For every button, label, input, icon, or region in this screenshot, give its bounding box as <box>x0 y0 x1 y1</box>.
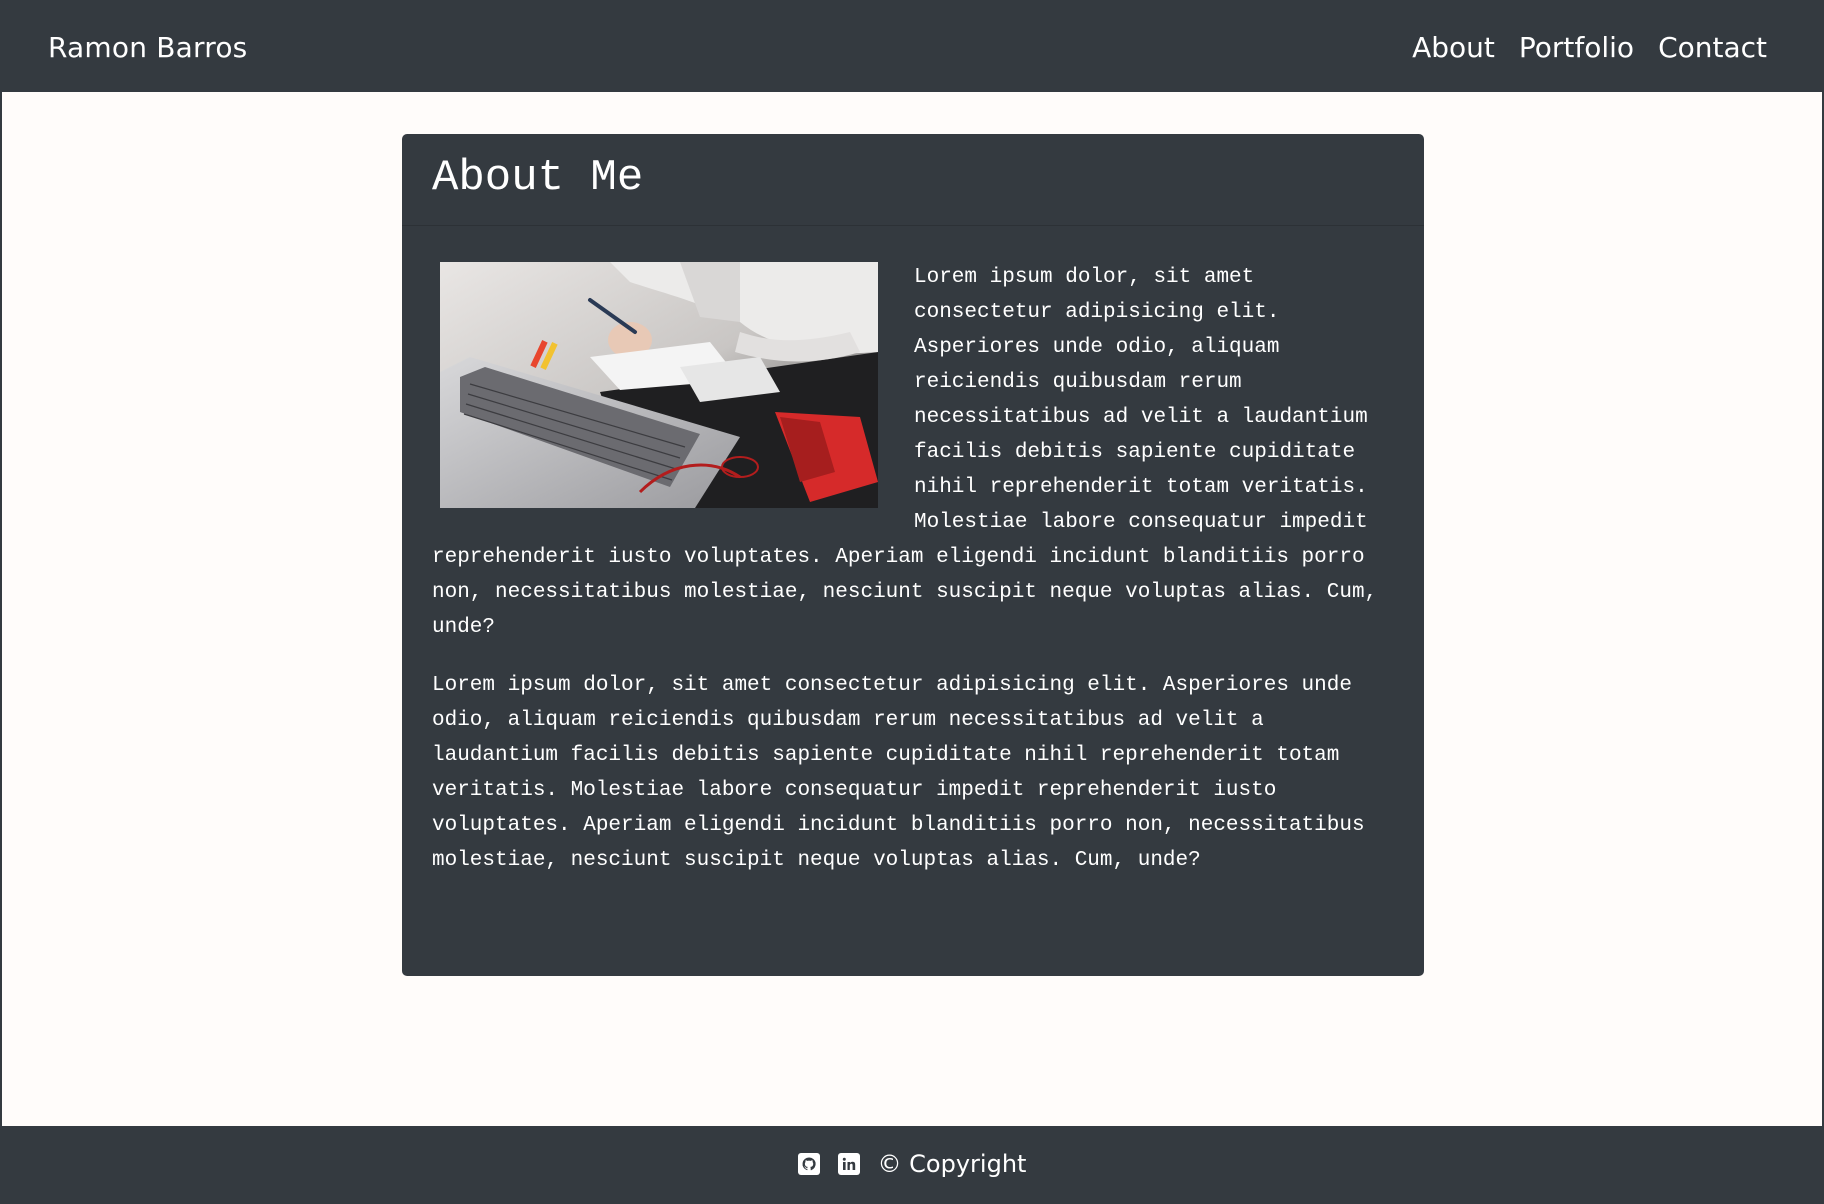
brand-link[interactable]: Ramon Barros <box>48 31 247 64</box>
about-card: About Me Lorem ipsum dolor, sit amet con… <box>402 134 1424 976</box>
linkedin-icon[interactable] <box>837 1153 860 1175</box>
nav-links: About Portfolio Contact <box>1412 31 1767 64</box>
about-paragraph-2: Lorem ipsum dolor, sit amet consectetur … <box>432 674 1365 872</box>
copyright-text: © Copyright <box>877 1150 1027 1178</box>
laptop-desk-photo <box>440 262 878 508</box>
navbar: Ramon Barros About Portfolio Contact <box>2 2 1822 92</box>
github-icon[interactable] <box>797 1153 820 1175</box>
card-body: Lorem ipsum dolor, sit amet consectetur … <box>402 226 1424 878</box>
footer: © Copyright <box>2 1126 1822 1202</box>
nav-link-portfolio[interactable]: Portfolio <box>1519 31 1634 64</box>
nav-link-about[interactable]: About <box>1412 31 1495 64</box>
nav-link-contact[interactable]: Contact <box>1658 31 1767 64</box>
card-header: About Me <box>402 134 1424 226</box>
page-title: About Me <box>432 153 644 203</box>
